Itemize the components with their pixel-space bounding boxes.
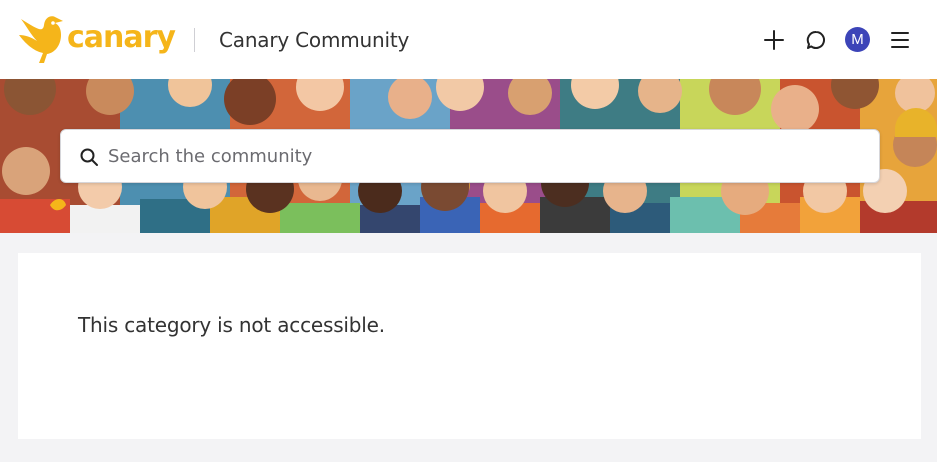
access-denied-message: This category is not accessible.	[78, 313, 385, 337]
chat-bubble-icon	[806, 30, 825, 49]
canary-logo[interactable]: canary	[17, 12, 177, 66]
canary-bird-icon	[19, 16, 63, 63]
user-avatar[interactable]: M	[845, 27, 870, 52]
search-input[interactable]	[108, 130, 868, 182]
content-panel: This category is not accessible.	[18, 253, 921, 439]
chat-button[interactable]	[801, 25, 831, 55]
community-search-bar	[60, 129, 880, 183]
main-menu-button[interactable]	[885, 25, 915, 55]
new-post-button[interactable]	[759, 25, 789, 55]
header-divider	[194, 28, 195, 52]
top-navigation-bar: canary Canary Community M	[0, 0, 937, 79]
logo-wordmark: canary	[67, 19, 176, 55]
search-icon	[80, 148, 98, 166]
plus-icon	[764, 30, 784, 50]
hamburger-menu-icon	[891, 32, 909, 48]
site-title[interactable]: Canary Community	[219, 28, 409, 52]
